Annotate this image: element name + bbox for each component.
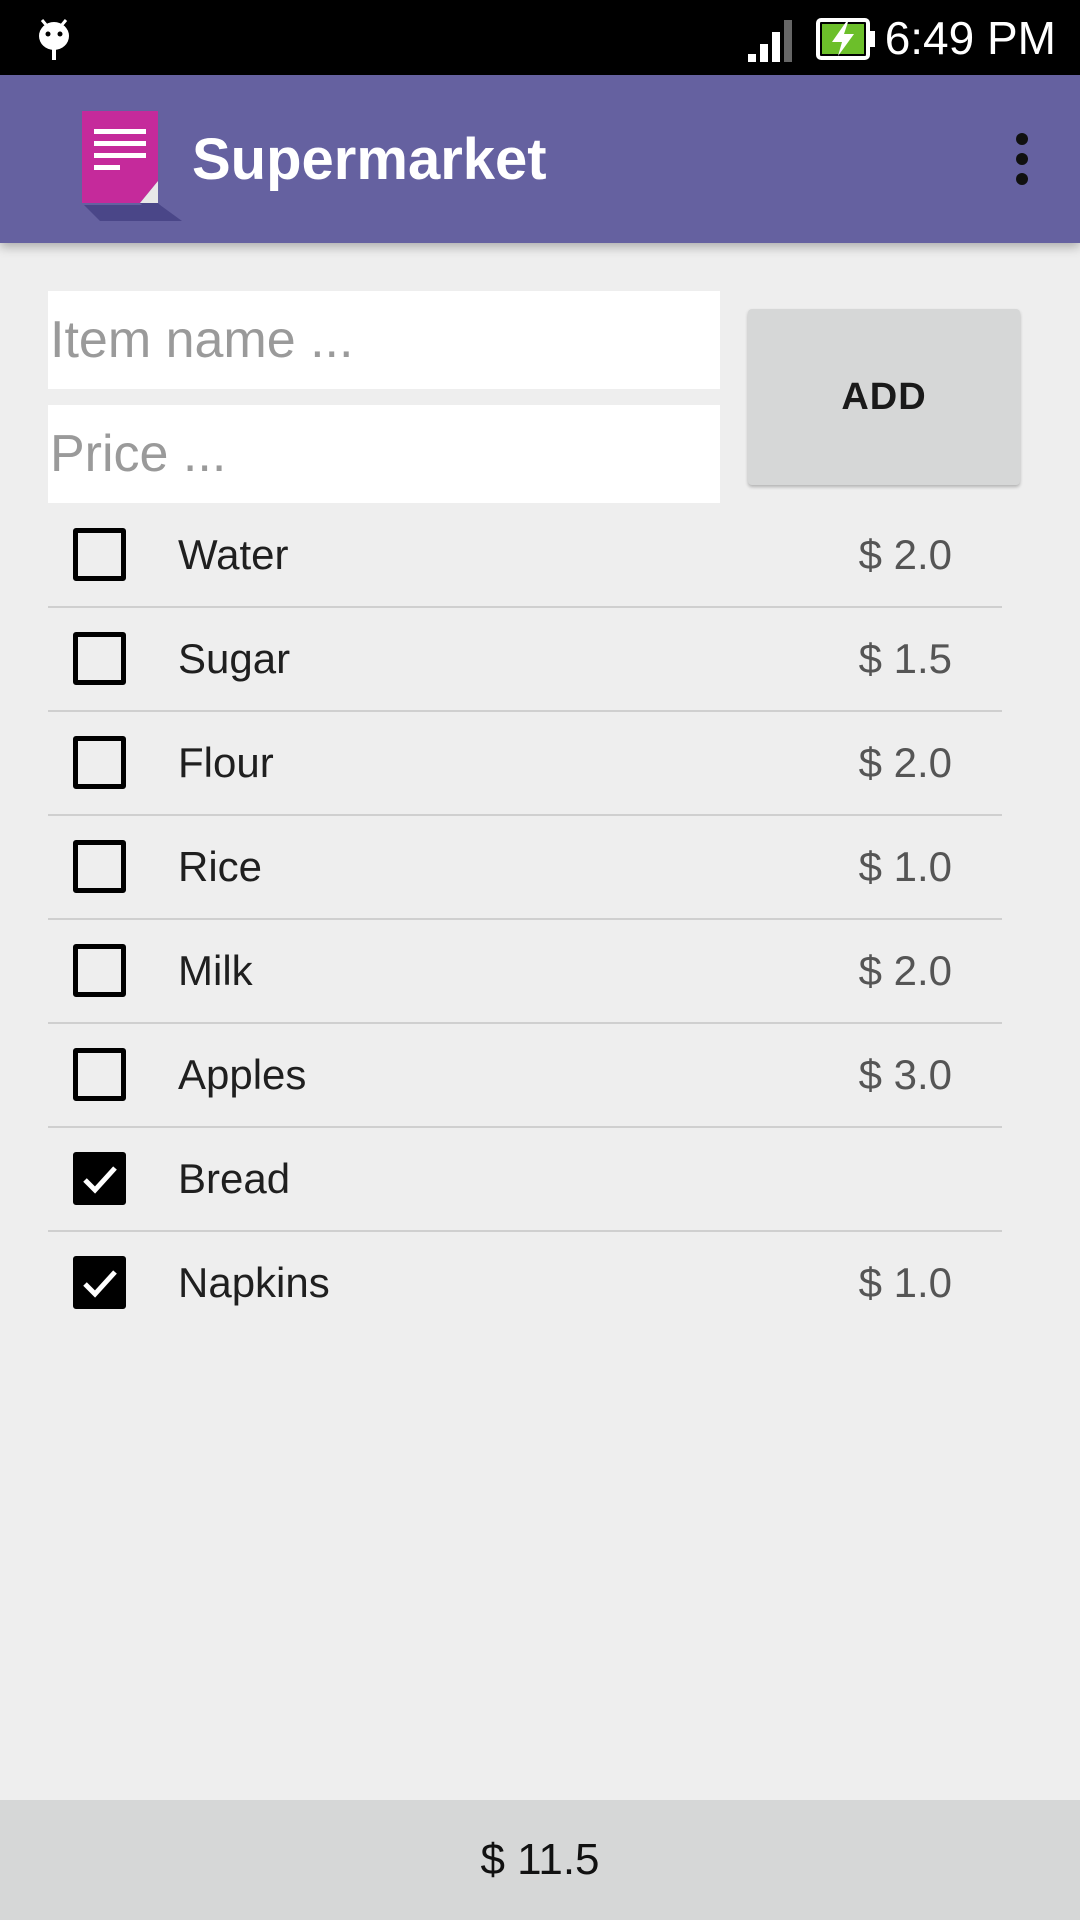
list-item[interactable]: Sugar $ 1.5 bbox=[48, 608, 1002, 712]
item-price: $ 3.0 bbox=[858, 1051, 952, 1098]
battery-charging-icon bbox=[816, 18, 875, 60]
total-bar: $ 11.5 bbox=[0, 1800, 1080, 1920]
item-name: Apples bbox=[178, 1051, 307, 1098]
list-item[interactable]: Rice $ 1.0 bbox=[48, 816, 1002, 920]
check-icon bbox=[83, 1270, 117, 1298]
price-input[interactable] bbox=[48, 405, 720, 503]
add-button[interactable]: ADD bbox=[748, 309, 1020, 485]
item-name: Flour bbox=[178, 739, 274, 786]
item-price: $ 1.5 bbox=[858, 635, 952, 682]
list-item[interactable]: Water $ 2.0 bbox=[48, 504, 1002, 608]
list-item[interactable]: Milk $ 2.0 bbox=[48, 920, 1002, 1024]
checkbox[interactable] bbox=[73, 1048, 126, 1101]
app-notes-icon bbox=[82, 111, 182, 221]
item-price: $ 2.0 bbox=[858, 739, 952, 786]
total-amount: $ 11.5 bbox=[480, 1835, 600, 1884]
list-item[interactable]: Napkins $ 1.0 bbox=[48, 1232, 1002, 1336]
app-bar: Supermarket bbox=[0, 75, 1080, 243]
item-name: Water bbox=[178, 531, 289, 578]
item-name: Bread bbox=[178, 1155, 291, 1202]
list-item[interactable]: Bread bbox=[48, 1128, 1002, 1232]
checkbox[interactable] bbox=[73, 528, 126, 581]
app-title: Supermarket bbox=[192, 127, 547, 192]
item-name: Sugar bbox=[178, 635, 291, 682]
overflow-menu-icon[interactable] bbox=[994, 123, 1050, 195]
list-item[interactable]: Flour $ 2.0 bbox=[48, 712, 1002, 816]
shopping-list: Water $ 2.0 Sugar $ 1.5 Flour $ 2.0 Rice… bbox=[48, 504, 1002, 1336]
checkbox[interactable] bbox=[73, 944, 126, 997]
item-name: Rice bbox=[178, 843, 263, 890]
check-icon bbox=[83, 1166, 117, 1194]
item-price: $ 1.0 bbox=[858, 1259, 952, 1306]
checkbox[interactable] bbox=[73, 840, 126, 893]
item-name-input[interactable] bbox=[48, 291, 720, 389]
status-bar: 6:49 PM bbox=[0, 0, 1080, 75]
debug-icon bbox=[39, 19, 69, 60]
list-item[interactable]: Apples $ 3.0 bbox=[48, 1024, 1002, 1128]
item-name: Napkins bbox=[178, 1259, 330, 1306]
item-price: $ 2.0 bbox=[858, 947, 952, 994]
item-price: $ 1.0 bbox=[858, 843, 952, 890]
signal-icon bbox=[748, 20, 792, 62]
checkbox[interactable] bbox=[73, 736, 126, 789]
checkbox[interactable] bbox=[73, 1256, 126, 1309]
checkbox[interactable] bbox=[73, 1152, 126, 1205]
item-name: Milk bbox=[178, 947, 253, 994]
checkbox[interactable] bbox=[73, 632, 126, 685]
item-price: $ 2.0 bbox=[858, 531, 952, 578]
status-clock: 6:49 PM bbox=[884, 12, 1056, 64]
